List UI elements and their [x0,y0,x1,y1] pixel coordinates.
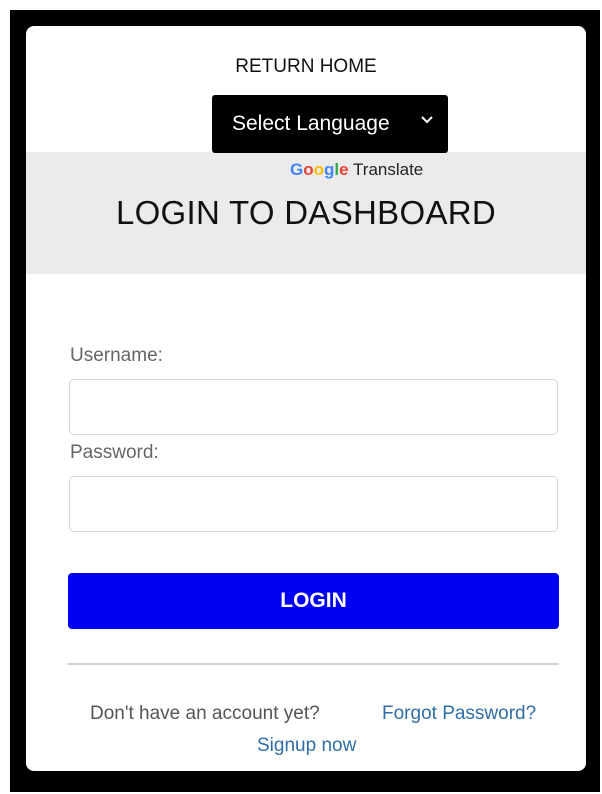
chevron-down-icon [421,116,433,124]
outer-frame: RETURN HOME Select Language Google Trans… [10,10,600,792]
login-button[interactable]: LOGIN [68,573,559,629]
username-label: Username: [70,345,163,366]
language-select-label: Select Language [232,112,390,135]
password-input[interactable] [69,476,558,532]
signup-link[interactable]: Signup now [257,735,356,757]
google-translate-attribution[interactable]: Google Translate [290,160,423,180]
divider [68,663,559,665]
password-label: Password: [70,442,159,463]
google-logo: Google [290,160,349,179]
page-title: LOGIN TO DASHBOARD [115,194,497,231]
forgot-password-link[interactable]: Forgot Password? [382,703,536,725]
no-account-text: Don't have an account yet? [90,703,320,724]
username-input[interactable] [69,379,558,435]
login-card: RETURN HOME Select Language Google Trans… [26,26,586,771]
translate-label: Translate [353,160,424,179]
return-home-link[interactable]: RETURN HOME [26,56,586,78]
language-select[interactable]: Select Language [212,95,448,153]
